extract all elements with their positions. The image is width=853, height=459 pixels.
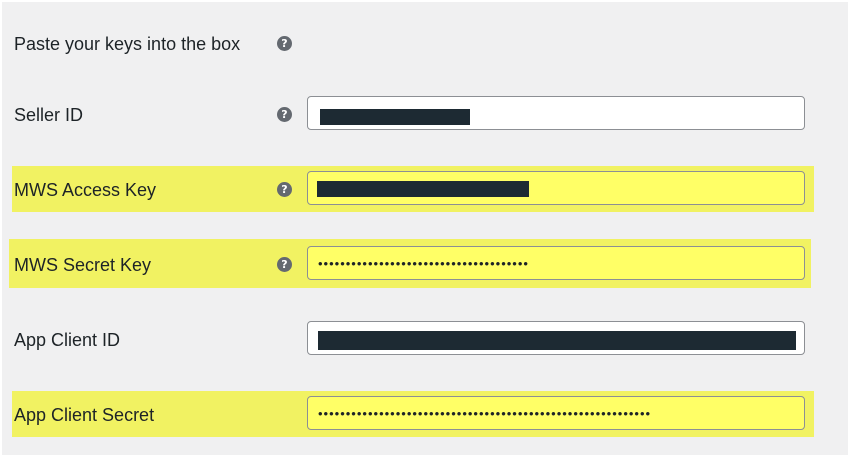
redaction-block <box>318 331 796 350</box>
redaction-block <box>317 181 529 197</box>
mws-access-key-label: MWS Access Key <box>14 180 157 200</box>
intro-help-icon[interactable]: ? <box>277 36 292 51</box>
app-client-id-label: App Client ID <box>14 330 121 350</box>
intro-label: Paste your keys into the box <box>14 34 241 54</box>
mws-secret-key-label: MWS Secret Key <box>14 255 152 275</box>
mws-access-key-help-icon[interactable]: ? <box>277 182 292 197</box>
settings-panel: Paste your keys into the box ? Seller ID… <box>2 2 848 455</box>
seller-id-help-icon[interactable]: ? <box>277 107 292 122</box>
app-client-secret-label: App Client Secret <box>14 405 155 425</box>
seller-id-label: Seller ID <box>14 105 84 125</box>
mws-secret-key-help-icon[interactable]: ? <box>277 257 292 272</box>
mws-secret-key-field[interactable] <box>307 246 805 280</box>
redaction-block <box>320 109 470 125</box>
app-client-secret-field[interactable] <box>307 396 805 430</box>
